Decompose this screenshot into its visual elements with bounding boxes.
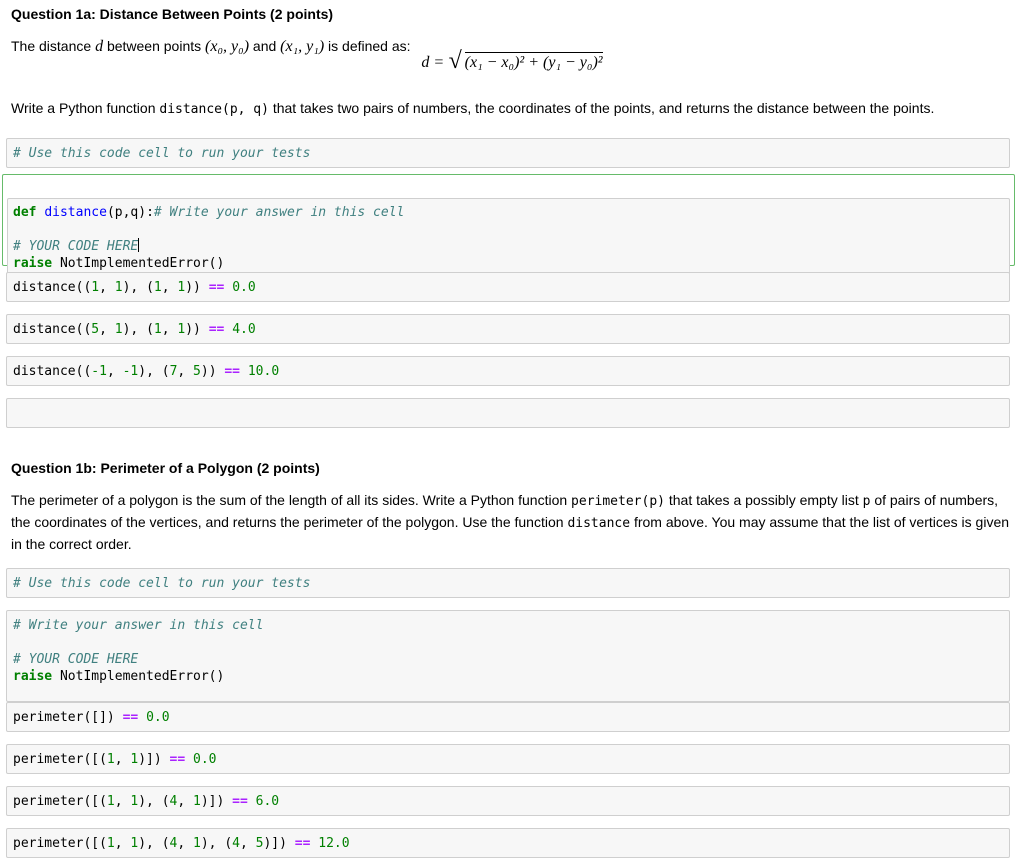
question-1a-markdown: Question 1a: Distance Between Points (2 … (11, 4, 1010, 57)
code-token: 5 (255, 836, 264, 851)
radical-sign-icon: √ (448, 48, 462, 74)
code-cell-test-1b-4[interactable]: perimeter([(1, 1), (4, 1), (4, 5)]) == 1… (6, 828, 1010, 858)
code-token: Write a Python function (11, 100, 160, 116)
code-cell-test-1a-3[interactable]: distance((-1, -1), (7, 5)) == 10.0 (6, 356, 1010, 386)
code-token: NotImplementedError() (52, 256, 225, 271)
code-token: 1 (114, 280, 123, 295)
code-token: distance(( (13, 364, 92, 379)
code-token: perimeter([( (13, 836, 107, 851)
code-token: # Use this code cell to run your tests (13, 576, 311, 591)
code-token: , (99, 322, 115, 337)
code-token: , (106, 364, 123, 379)
distance-formula: d = √ (x₁ − x₀)² + (y₁ − y₀)² (0, 48, 1024, 74)
code-cell-tests-1a[interactable]: # Use this code cell to run your tests (6, 138, 1010, 168)
code-token: (x₁ − x₀)² + (y₁ − y₀)² (464, 52, 603, 71)
code-token: 1 (130, 836, 139, 851)
code-token: NotImplementedError() (52, 669, 225, 684)
code-token: # Use this code cell to run your tests (13, 146, 311, 161)
code-token: def (13, 205, 37, 220)
code-token: 1 (193, 794, 201, 809)
code-token: 1 (106, 836, 115, 851)
code-token: perimeter([( (13, 752, 107, 767)
code-token: that takes a possibly empty list (664, 492, 863, 508)
code-cell-test-1b-2[interactable]: perimeter([(1, 1)]) == 0.0 (6, 744, 1010, 774)
code-token: distance (567, 516, 631, 531)
code-cell-test-1b-1[interactable]: perimeter([]) == 0.0 (6, 702, 1010, 732)
code-token: The perimeter of a polygon is the sum of… (11, 492, 572, 508)
code-cell-answer-1a[interactable]: def distance(p,q):# Write your answer in… (2, 174, 1015, 278)
code-token: ), ( (122, 322, 154, 337)
code-token: distance(( (13, 322, 92, 337)
question-1b-description: The perimeter of a polygon is the sum of… (11, 490, 1010, 554)
code-cell-test-1a-2[interactable]: distance((5, 1), (1, 1)) == 4.0 (6, 314, 1010, 344)
code-token: 10.0 (247, 364, 280, 379)
code-token: )]) (138, 752, 162, 767)
code-token: perimeter(p) (571, 494, 665, 509)
code-token: == (294, 836, 311, 851)
code-cell-empty[interactable] (6, 398, 1010, 428)
code-token: raise (13, 669, 53, 684)
code-token: perimeter([]) (13, 710, 115, 725)
code-token: 4 (169, 836, 178, 851)
code-token: raise (13, 256, 53, 271)
code-token: == (232, 794, 248, 809)
code-token: 4 (232, 836, 240, 851)
code-token: -1 (91, 364, 107, 379)
code-token: (p,q): (106, 205, 154, 220)
code-token: == (208, 280, 225, 295)
code-token: # YOUR CODE HERE (13, 652, 139, 667)
code-token: == (169, 752, 186, 767)
code-token: 0.0 (146, 710, 170, 725)
code-token: 1 (106, 752, 115, 767)
code-token: == (122, 710, 139, 725)
code-token: , (161, 322, 178, 337)
code-token: # YOUR CODE HERE (13, 239, 139, 254)
code-token: distance(( (13, 280, 92, 295)
code-token: == (224, 364, 241, 379)
code-token: ), ( (122, 280, 154, 295)
code-token: # Write your answer in this cell (153, 205, 405, 220)
code-token: -1 (122, 364, 139, 379)
code-cell-test-1b-3[interactable]: perimeter([(1, 1), (4, 1)]) == 6.0 (6, 786, 1010, 816)
code-token: 1 (114, 322, 123, 337)
code-token: that takes two pairs of numbers, the coo… (268, 100, 935, 116)
code-token: 1 (130, 794, 139, 809)
code-token: , (177, 364, 194, 379)
code-token: 1 (193, 836, 201, 851)
code-token: d = (421, 54, 445, 71)
code-cell-answer-1b[interactable]: # Write your answer in this cell # YOUR … (6, 610, 1010, 702)
code-token: 1 (106, 794, 115, 809)
code-token: 5 (91, 322, 100, 337)
code-token: distance (44, 205, 107, 220)
code-token: ), ( (138, 364, 170, 379)
text-cursor (138, 238, 140, 252)
code-token: == (208, 322, 225, 337)
question-1b-markdown: Question 1b: Perimeter of a Polygon (2 p… (11, 458, 1010, 554)
code-token: 1 (153, 322, 162, 337)
code-token: 6.0 (255, 794, 280, 809)
code-token: 12.0 (318, 836, 350, 851)
code-cell-test-1a-1[interactable]: distance((1, 1), (1, 1)) == 0.0 (6, 272, 1010, 302)
question-1a-title: Question 1a: Distance Between Points (2 … (11, 6, 334, 22)
code-token: , (99, 280, 115, 295)
question-1a-task: Write a Python function distance(p, q) t… (11, 98, 1010, 120)
code-token: distance(p, q) (159, 102, 269, 117)
code-token: 4.0 (232, 322, 256, 337)
code-token: 0.0 (193, 752, 217, 767)
code-editor-1a[interactable]: def distance(p,q):# Write your answer in… (7, 198, 1010, 278)
code-token: )) (185, 322, 201, 337)
code-token: , (161, 280, 178, 295)
code-token: 1 (91, 280, 100, 295)
question-1b-title: Question 1b: Perimeter of a Polygon (2 p… (11, 460, 320, 476)
code-token: # Write your answer in this cell (13, 618, 264, 633)
code-token: 5 (193, 364, 201, 379)
code-token: )) (200, 364, 217, 379)
code-token: )) (185, 280, 201, 295)
code-token: 4 (169, 794, 178, 809)
code-cell-tests-1b[interactable]: # Use this code cell to run your tests (6, 568, 1010, 598)
code-token: 1 (153, 280, 162, 295)
code-token: 0.0 (232, 280, 256, 295)
square-root: √ (x₁ − x₀)² + (y₁ − y₀)² (449, 48, 603, 74)
code-token: perimeter([( (13, 794, 107, 809)
